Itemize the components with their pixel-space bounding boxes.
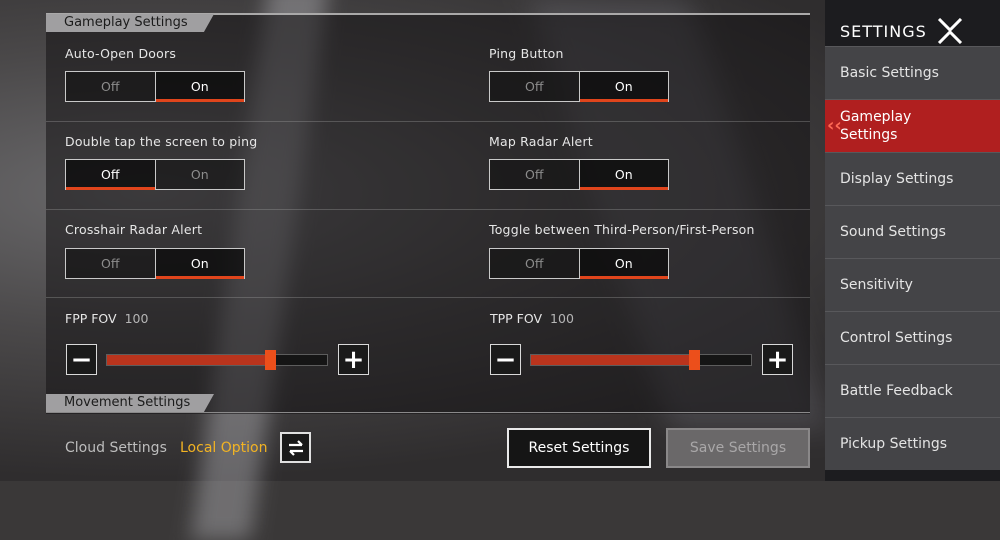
map-radar-alert-toggle: Off On <box>489 159 669 190</box>
fpp-fov-value: 100 <box>124 311 149 326</box>
tpp-fov-slider-handle[interactable] <box>689 350 700 370</box>
crosshair-radar-alert-toggle: Off On <box>65 248 245 279</box>
map-radar-alert-on[interactable]: On <box>579 159 669 190</box>
sidebar-item-label: Basic Settings <box>840 65 939 81</box>
save-settings-button[interactable]: Save Settings <box>666 428 810 468</box>
fpp-fov-decrease-button[interactable]: − <box>66 344 97 375</box>
ping-button-on[interactable]: On <box>579 71 669 102</box>
sidebar-item-basic-settings[interactable]: Basic Settings <box>825 46 1000 99</box>
settings-sidebar: SETTINGS Basic Settings ‹‹ Gameplay Sett… <box>825 0 1000 481</box>
fpp-fov-slider-fill <box>107 355 270 365</box>
movement-settings-header[interactable]: Movement Settings <box>46 394 214 412</box>
sidebar-title: SETTINGS <box>840 17 963 45</box>
sidebar-item-label: Battle Feedback <box>840 383 953 399</box>
chevron-left-icon: ‹‹ <box>827 115 842 136</box>
sidebar-item-label: Control Settings <box>840 330 953 346</box>
sidebar-item-sensitivity[interactable]: Sensitivity <box>825 258 1000 311</box>
sidebar-item-label: Gameplay Settings <box>840 109 912 143</box>
tpp-fov-slider-fill <box>531 355 694 365</box>
tpp-fov-title: TPP FOV <box>490 311 543 326</box>
double-tap-ping-off[interactable]: Off <box>65 159 156 190</box>
auto-open-doors-off[interactable]: Off <box>65 71 156 102</box>
gameplay-settings-header: Gameplay Settings <box>46 14 214 32</box>
crosshair-radar-alert-label: Crosshair Radar Alert <box>65 222 203 237</box>
swap-arrows-icon <box>288 439 303 456</box>
sidebar-item-label: Sensitivity <box>840 277 913 293</box>
double-tap-ping-label: Double tap the screen to ping <box>65 134 258 149</box>
reset-settings-button[interactable]: Reset Settings <box>507 428 651 468</box>
double-tap-ping-toggle: Off On <box>65 159 245 190</box>
sidebar-item-control-settings[interactable]: Control Settings <box>825 311 1000 364</box>
movement-header-line <box>46 412 810 413</box>
sidebar-item-display-settings[interactable]: Display Settings <box>825 152 1000 205</box>
ping-button-toggle: Off On <box>489 71 669 102</box>
tpp-fov-increase-button[interactable]: + <box>762 344 793 375</box>
toggle-perspective-on[interactable]: On <box>579 248 669 279</box>
ping-button-label: Ping Button <box>489 46 564 61</box>
tpp-fov-decrease-button[interactable]: − <box>490 344 521 375</box>
local-option-label: Local Option <box>180 440 268 456</box>
sidebar-item-pickup-settings[interactable]: Pickup Settings <box>825 417 1000 470</box>
toggle-perspective-off[interactable]: Off <box>489 248 580 279</box>
tpp-fov-slider[interactable] <box>530 350 752 370</box>
sidebar-item-label: Sound Settings <box>840 224 946 240</box>
ping-button-off[interactable]: Off <box>489 71 580 102</box>
row-divider <box>46 121 810 122</box>
sidebar-item-gameplay-settings[interactable]: ‹‹ Gameplay Settings <box>825 99 1000 152</box>
map-radar-alert-label: Map Radar Alert <box>489 134 593 149</box>
fpp-fov-slider[interactable] <box>106 350 328 370</box>
auto-open-doors-toggle: Off On <box>65 71 245 102</box>
map-radar-alert-off[interactable]: Off <box>489 159 580 190</box>
sidebar-title-text: SETTINGS <box>840 21 927 41</box>
cloud-switch-button[interactable] <box>280 432 311 463</box>
row-divider <box>46 297 810 298</box>
close-icon[interactable] <box>937 17 963 45</box>
toggle-perspective-label: Toggle between Third-Person/First-Person <box>489 222 755 237</box>
cloud-settings-label: Cloud Settings <box>65 440 167 456</box>
sidebar-item-sound-settings[interactable]: Sound Settings <box>825 205 1000 258</box>
auto-open-doors-label: Auto-Open Doors <box>65 46 177 61</box>
tpp-fov-value: 100 <box>550 311 574 326</box>
auto-open-doors-on[interactable]: On <box>155 71 245 102</box>
toggle-perspective-toggle: Off On <box>489 248 669 279</box>
crosshair-radar-alert-on[interactable]: On <box>155 248 245 279</box>
double-tap-ping-on[interactable]: On <box>155 159 245 190</box>
row-divider <box>46 209 810 210</box>
fpp-fov-increase-button[interactable]: + <box>338 344 369 375</box>
crosshair-radar-alert-off[interactable]: Off <box>65 248 156 279</box>
fpp-fov-label: FPP FOV 100 <box>65 311 148 326</box>
fpp-fov-slider-handle[interactable] <box>265 350 276 370</box>
tpp-fov-label: TPP FOV 100 <box>490 311 574 326</box>
sidebar-item-label: Pickup Settings <box>840 436 948 452</box>
sidebar-item-label: Display Settings <box>840 171 954 187</box>
fpp-fov-title: FPP FOV <box>65 311 117 326</box>
sidebar-item-battle-feedback[interactable]: Battle Feedback <box>825 364 1000 417</box>
